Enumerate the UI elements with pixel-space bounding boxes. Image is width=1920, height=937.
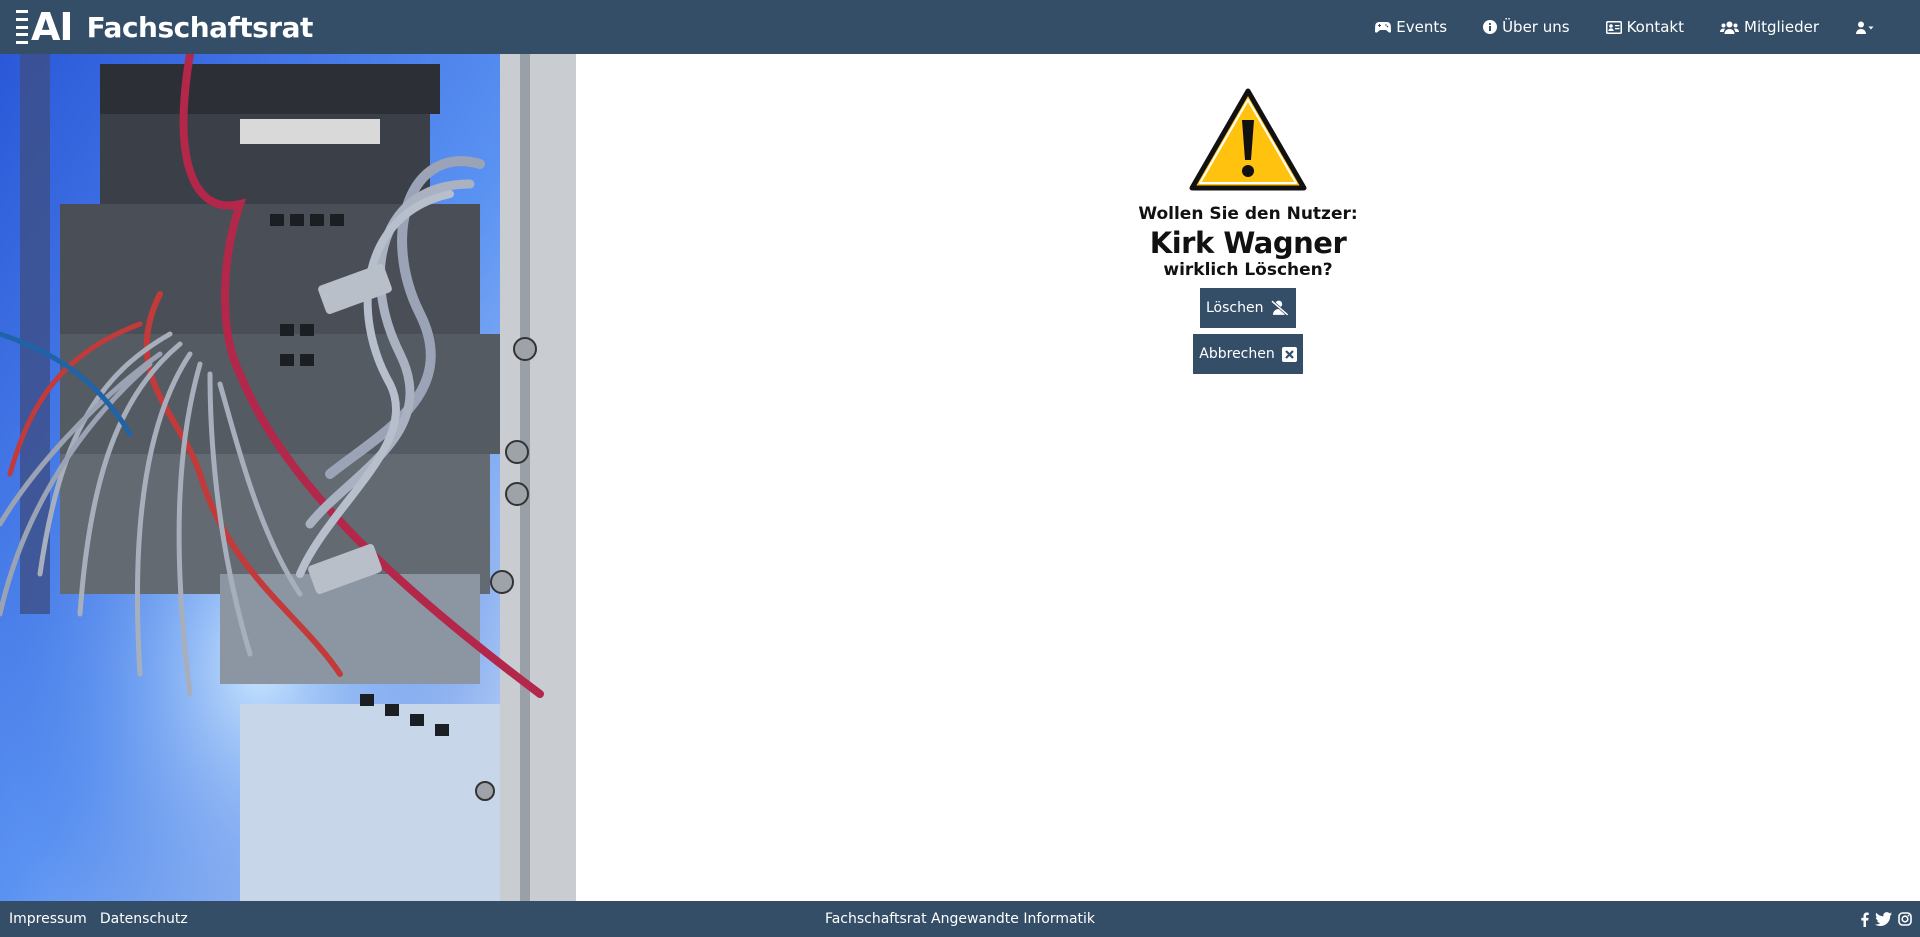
brand-title: Fachschaftsrat [86,10,314,44]
delete-button-label: Löschen [1206,300,1264,316]
nav-item-members[interactable]: Mitglieder [1720,18,1819,36]
delete-question: Wollen Sie den Nutzer: [1138,204,1358,224]
user-slash-icon [1271,300,1290,316]
delete-question-end: wirklich Löschen? [1163,260,1333,280]
facebook-link[interactable] [1860,912,1869,927]
footer-links: Impressum Datenschutz [9,901,201,937]
info-circle-icon [1483,20,1498,34]
logo-ai-text: AI [31,5,74,49]
contact-card-icon [1605,20,1622,34]
nav-item-events[interactable]: Events [1375,18,1447,36]
main-content: Wollen Sie den Nutzer: Kirk Wagner wirkl… [576,54,1920,901]
warning-icon [1189,88,1307,191]
network-rack-illustration [0,54,576,901]
nav-label-members: Mitglieder [1744,18,1819,36]
delete-user-dialog: Wollen Sie den Nutzer: Kirk Wagner wirkl… [576,54,1920,374]
username-to-delete: Kirk Wagner [1149,226,1347,260]
user-menu-dropdown[interactable] [1855,21,1880,34]
social-links [1854,901,1912,937]
footer-title: Fachschaftsrat Angewandte Informatik [0,901,1920,937]
close-square-icon [1281,346,1297,362]
footer-link-datenschutz[interactable]: Datenschutz [100,911,188,927]
twitter-link[interactable] [1875,912,1892,926]
facebook-icon [1861,912,1869,927]
nav-label-about: Über uns [1502,18,1570,36]
footer: Impressum Datenschutz Fachschaftsrat Ang… [0,901,1920,937]
hero-network-rack-image [0,54,576,901]
footer-link-impressum[interactable]: Impressum [9,911,87,927]
user-dropdown-icon [1856,21,1874,34]
delete-button[interactable]: Löschen [1200,288,1296,328]
nav-links: Events Über uns Kontakt Mitglieder [1339,0,1880,54]
fh-logo-stripes [16,10,28,44]
top-navbar: AI Fachschaftsrat Events Über uns Kontak… [0,0,1920,54]
users-icon [1720,21,1739,34]
fh-ai-logo: AI [16,5,74,49]
cancel-button-label: Abbrechen [1199,346,1275,362]
twitter-icon [1875,912,1892,926]
footer-title-text: Fachschaftsrat Angewandte Informatik [824,911,1096,927]
nav-label-contact: Kontakt [1626,18,1684,36]
instagram-link[interactable] [1898,912,1912,926]
brand[interactable]: AI Fachschaftsrat [16,6,313,48]
instagram-icon [1898,912,1912,926]
nav-item-about[interactable]: Über uns [1483,18,1570,36]
nav-label-events: Events [1396,18,1448,36]
gamepad-icon [1375,22,1392,33]
nav-item-contact[interactable]: Kontakt [1605,18,1684,36]
cancel-button[interactable]: Abbrechen [1193,334,1303,374]
